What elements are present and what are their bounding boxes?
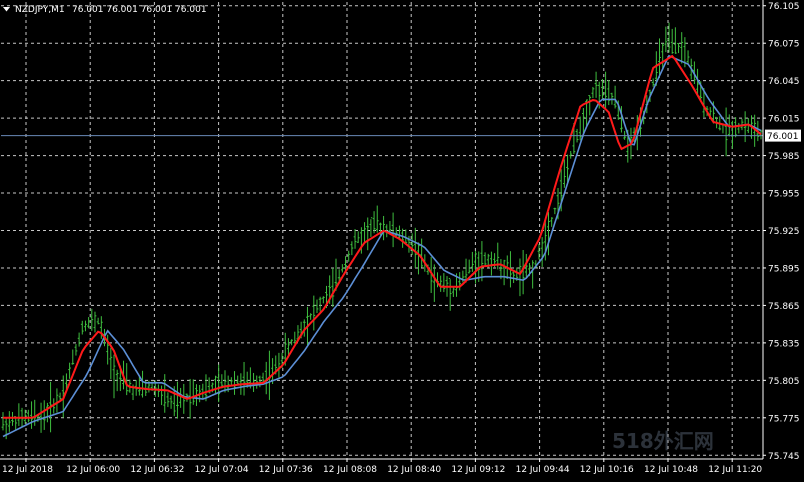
time-tick-label: 12 Jul 09:12 [451,465,505,475]
chart-title: NZDJPY,M1 76.001 76.001 76.001 76.001 [3,5,207,15]
price-tick-label: 75.925 [768,227,800,237]
price-tick-label: 75.805 [768,377,800,387]
time-tick-label: 12 Jul 10:16 [580,465,634,475]
current-price-tag: 76.001 [765,129,801,142]
time-tick-label: 12 Jul 07:36 [259,465,313,475]
time-tick-label: 12 Jul 08:08 [323,465,377,475]
time-tick-label: 12 Jul 11:20 [708,465,762,475]
price-tick-label: 75.955 [768,190,800,200]
price-tick-label: 76.075 [768,40,800,50]
price-tick-label: 76.015 [768,115,800,125]
price-tick-label: 76.045 [768,77,800,87]
time-tick-label: 12 Jul 06:32 [130,465,184,475]
price-tick-label: 75.895 [768,265,800,275]
time-tick-label: 12 Jul 08:40 [387,465,441,475]
price-tick-label: 75.745 [768,452,800,462]
price-tick-label: 75.985 [768,152,800,162]
watermark: 518外汇网 [612,429,714,453]
time-tick-label: 12 Jul 10:48 [644,465,698,475]
ohlc-label: 76.001 76.001 76.001 76.001 [72,5,207,15]
price-tick-label: 75.775 [768,414,800,424]
chart-canvas[interactable]: 76.105 76.075 76.045 76.015 75.985 75.955 75.9… [0,0,804,482]
price-tick-label: 75.835 [768,339,800,349]
time-tick-label: 12 Jul 2018 [2,465,53,475]
price-tick-label: 75.865 [768,302,800,312]
price-tick-label: 76.105 [768,2,800,12]
time-tick-label: 12 Jul 06:00 [66,465,120,475]
time-tick-label: 12 Jul 07:04 [195,465,249,475]
price-chart[interactable]: 76.105 76.075 76.045 76.015 75.985 75.955 75.9… [0,0,804,482]
time-tick-label: 12 Jul 09:44 [516,465,570,475]
symbol-label: NZDJPY,M1 [15,5,65,15]
price-tag-value: 76.001 [767,132,799,142]
